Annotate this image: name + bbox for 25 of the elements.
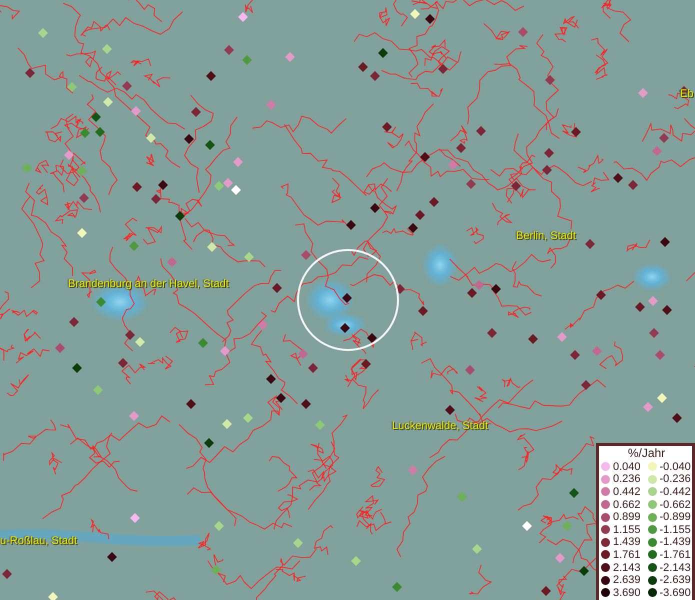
legend-value: 0.236	[613, 473, 641, 486]
legend-value: 3.690	[613, 586, 641, 599]
legend-value: 1.155	[613, 524, 641, 536]
legend-title: %/Jahr	[626, 446, 666, 460]
legend-value: -3.690	[660, 586, 691, 599]
legend-value: -0.236	[660, 473, 691, 486]
legend-value: 0.899	[613, 511, 641, 524]
legend-value: -1.439	[660, 536, 691, 548]
legend-value: 0.040	[613, 460, 641, 473]
legend-value: 1.439	[613, 536, 641, 548]
legend-value: 2.639	[613, 574, 641, 586]
legend-value: -0.442	[660, 486, 691, 498]
legend-value: -1.155	[660, 524, 691, 536]
legend-value: -0.899	[660, 511, 691, 524]
legend-value: 0.442	[613, 486, 641, 498]
legend-value: 0.662	[613, 498, 641, 511]
legend-value: -2.639	[660, 574, 691, 586]
legend-value: 2.143	[613, 562, 641, 574]
legend-value: -0.662	[660, 498, 691, 511]
place-label: Berlin, Stadt	[516, 230, 576, 242]
place-label: u-Roßlau, Stadt	[0, 535, 78, 547]
legend-value: 1.761	[613, 548, 641, 561]
legend-value: -0.040	[660, 460, 691, 473]
legend-value: -1.761	[660, 548, 691, 561]
legend-value: -2.143	[660, 562, 691, 574]
